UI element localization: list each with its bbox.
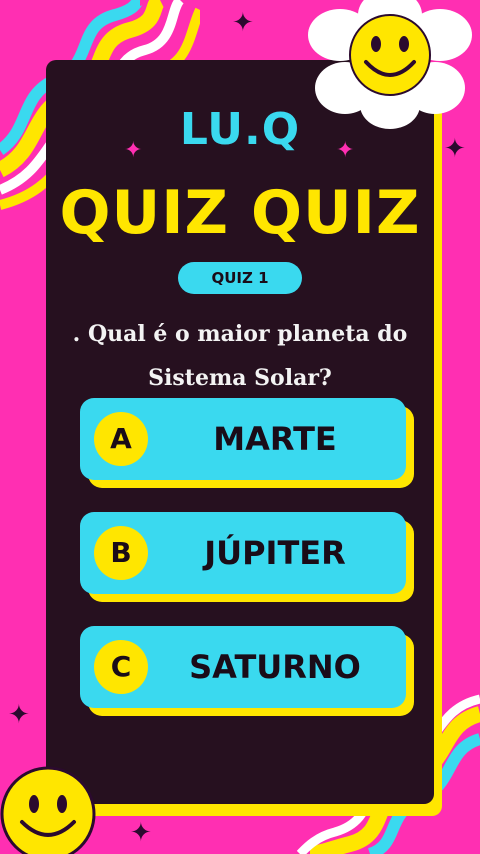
smiley-face-icon <box>0 766 96 854</box>
smiley-flower-icon <box>308 0 472 129</box>
option-letter: B <box>94 526 148 580</box>
option-c-button[interactable]: C SATURNO <box>80 626 414 716</box>
sparkle-icon: ✦ <box>336 138 355 163</box>
option-letter: A <box>94 412 148 466</box>
title-word-1: QUIZ <box>59 178 230 248</box>
option-label: MARTE <box>213 420 337 458</box>
option-b-button[interactable]: B JÚPITER <box>80 512 414 602</box>
option-letter: C <box>94 640 148 694</box>
option-a-button[interactable]: A MARTE <box>80 398 414 488</box>
question-line-2: Sistema Solar? <box>148 365 332 391</box>
title-word-2: QUIZ <box>250 178 421 248</box>
question-line-1: . Qual é o maior planeta do <box>72 321 408 347</box>
quiz-number-badge: QUIZ 1 <box>178 262 302 294</box>
sparkle-icon: ✦ <box>124 138 143 163</box>
sparkle-star-icon: ✦ <box>130 818 152 848</box>
sparkle-star-icon: ✦ <box>232 8 254 38</box>
option-label: SATURNO <box>189 648 361 686</box>
option-label: JÚPITER <box>204 534 346 572</box>
quiz-title: QUIZ QUIZ <box>0 178 480 248</box>
sparkle-star-icon: ✦ <box>8 700 30 730</box>
question-text: . Qual é o maior planeta do Sistema Sola… <box>0 312 480 400</box>
